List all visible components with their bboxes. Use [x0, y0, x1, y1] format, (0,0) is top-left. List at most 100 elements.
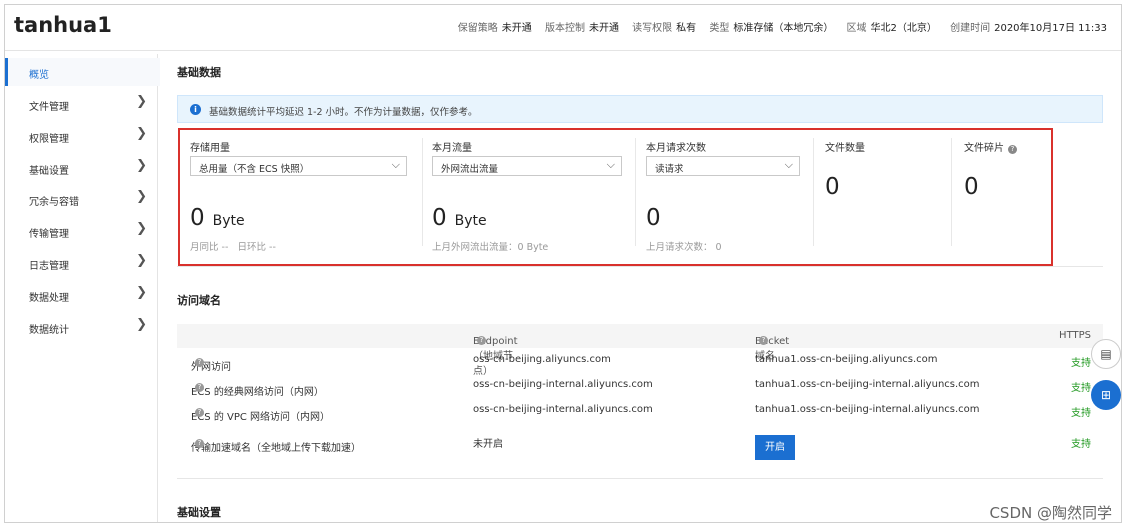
sidebar-item-logs[interactable]: 日志管理 ❯ — [5, 249, 157, 277]
apps-icon[interactable]: ⊞ — [1091, 380, 1121, 410]
stat-value: 0 — [964, 174, 979, 200]
sidebar-item-data-processing[interactable]: 数据处理 ❯ — [5, 281, 157, 309]
help-icon[interactable]: ? — [759, 336, 768, 345]
help-icon[interactable]: ? — [195, 439, 204, 448]
requests-select[interactable]: 读请求 ⌵ — [646, 156, 800, 176]
meta-key: 版本控制 — [544, 23, 585, 34]
stat-sub: 上月外网流出流量：0 Byte — [432, 242, 549, 253]
stat-sub: 上月请求次数： 0 — [646, 242, 722, 253]
select-value: 外网流出流量 — [441, 164, 499, 175]
divider — [177, 266, 1103, 267]
sidebar-item-label: 数据处理 — [29, 293, 69, 304]
chevron-right-icon: ❯ — [136, 94, 147, 109]
meta-key: 创建时间 — [950, 23, 991, 34]
stat-title: 本月流量 — [432, 143, 472, 154]
meta-value: 未开通 — [588, 23, 619, 34]
stat-value: 0 — [825, 174, 840, 200]
info-icon: i — [190, 104, 201, 115]
console-frame: tanhua1 保留策略 未开通 版本控制 未开通 读写权限 私有 类型 标准存储（本地… — [4, 4, 1122, 523]
row-bucket: tanhua1.oss-cn-beijing.aliyuncs.com — [755, 354, 938, 365]
row-endpoint: oss-cn-beijing.aliyuncs.com — [473, 354, 611, 365]
sidebar-item-redundancy[interactable]: 冗余与容错 ❯ — [5, 185, 157, 213]
sidebar-item-label: 文件管理 — [29, 102, 69, 113]
stats-panel: 存储用量 总用量（不含 ECS 快照） ⌵ 0 Byte 月同比 -- 日环比 --… — [178, 128, 1053, 266]
table-row: 传输加速域名（全地域上传下载加速）? 未开启 开启 支持 — [177, 431, 1103, 460]
divider — [177, 478, 1103, 479]
stat-unit: Byte — [212, 213, 245, 229]
row-endpoint: oss-cn-beijing-internal.aliyuncs.com — [473, 404, 653, 415]
meta-value: 未开通 — [501, 23, 532, 34]
enable-acceleration-button[interactable]: 开启 — [755, 435, 795, 460]
meta-value: 私有 — [676, 23, 697, 34]
row-https: 支持 — [1071, 439, 1091, 450]
stat-file-count: 文件数量 0 — [825, 134, 935, 254]
sidebar-nav: 概览 文件管理 ❯ 权限管理 ❯ 基础设置 ❯ 冗余与容错 ❯ 传输管理 ❯ 日志管理 ❯ … — [5, 54, 160, 522]
chevron-right-icon: ❯ — [136, 285, 147, 300]
sidebar-item-basic-settings[interactable]: 基础设置 ❯ — [5, 154, 157, 182]
chevron-right-icon: ❯ — [136, 221, 147, 236]
table-row: ECS 的 VPC 网络访问（内网）? oss-cn-beijing-inter… — [191, 404, 1091, 423]
sidebar-item-files[interactable]: 文件管理 ❯ — [5, 90, 157, 118]
sidebar-item-label: 日志管理 — [29, 261, 69, 272]
chevron-right-icon: ❯ — [136, 158, 147, 173]
chevron-down-icon: ⌵ — [784, 158, 793, 171]
divider — [635, 138, 636, 246]
select-value: 总用量（不含 ECS 快照） — [199, 164, 310, 175]
sidebar-item-label: 权限管理 — [29, 134, 69, 145]
stat-title: 文件数量 — [825, 143, 865, 154]
sidebar-item-label: 数据统计 — [29, 325, 69, 336]
bucket-meta: 保留策略 未开通 版本控制 未开通 读写权限 私有 类型 标准存储（本地冗余） 区域 华北… — [448, 19, 1107, 34]
meta-key: 保留策略 — [457, 23, 498, 34]
row-https: 支持 — [1071, 383, 1091, 394]
sidebar-item-label: 传输管理 — [29, 229, 69, 240]
stat-storage: 存储用量 总用量（不含 ECS 快照） ⌵ 0 Byte 月同比 -- 日环比 -- — [190, 134, 415, 254]
chevron-down-icon: ⌵ — [391, 158, 400, 171]
help-icon[interactable]: ? — [477, 336, 486, 345]
meta-value: 华北2（北京） — [870, 23, 937, 34]
row-endpoint: 未开启 — [473, 439, 503, 450]
traffic-select[interactable]: 外网流出流量 ⌵ — [432, 156, 622, 176]
main-content: 基础数据 i 基础数据统计平均延迟 1-2 小时。不作为计量数据，仅作参考。 存… — [157, 50, 1121, 522]
col-https: HTTPS — [1059, 330, 1091, 341]
divider — [951, 138, 952, 246]
sidebar-item-transfer[interactable]: 传输管理 ❯ — [5, 217, 157, 245]
notice-text: 基础数据统计平均延迟 1-2 小时。不作为计量数据，仅作参考。 — [209, 107, 478, 118]
meta-value: 2020年10月17日 11:33 — [994, 23, 1107, 34]
table-row: 外网访问? oss-cn-beijing.aliyuncs.com tanhua… — [191, 354, 1091, 373]
meta-value: 标准存储（本地冗余） — [733, 23, 834, 34]
meta-key: 类型 — [709, 23, 730, 34]
sidebar-item-label: 基础设置 — [29, 166, 69, 177]
chat-icon[interactable]: ▤ — [1091, 339, 1121, 369]
help-icon[interactable]: ? — [195, 383, 204, 392]
sidebar-item-permissions[interactable]: 权限管理 ❯ — [5, 122, 157, 150]
meta-key: 区域 — [846, 23, 867, 34]
help-icon[interactable]: ? — [1008, 145, 1017, 154]
help-icon[interactable]: ? — [195, 408, 204, 417]
sidebar-item-statistics[interactable]: 数据统计 ❯ — [5, 313, 157, 341]
stat-sub: 月同比 -- 日环比 -- — [190, 242, 276, 253]
stat-value: 0 Byte — [432, 205, 487, 231]
sidebar-item-overview[interactable]: 概览 — [5, 58, 160, 86]
watermark: CSDN @陶然同学 — [989, 504, 1112, 522]
stat-title: 存储用量 — [190, 143, 230, 154]
row-bucket: tanhua1.oss-cn-beijing-internal.aliyuncs… — [755, 404, 980, 415]
stat-traffic: 本月流量 外网流出流量 ⌵ 0 Byte 上月外网流出流量：0 Byte — [432, 134, 632, 254]
divider — [422, 138, 423, 246]
storage-select[interactable]: 总用量（不含 ECS 快照） ⌵ — [190, 156, 407, 176]
sidebar-item-label: 概览 — [29, 70, 49, 81]
stat-unit: Byte — [454, 213, 487, 229]
chevron-right-icon: ❯ — [136, 126, 147, 141]
bucket-header: tanhua1 保留策略 未开通 版本控制 未开通 读写权限 私有 类型 标准存储（本地… — [5, 5, 1121, 51]
table-header: Endpoint（地域节点）? Bucket 域名? HTTPS — [177, 324, 1103, 377]
help-icon[interactable]: ? — [195, 358, 204, 367]
info-notice: i 基础数据统计平均延迟 1-2 小时。不作为计量数据，仅作参考。 — [177, 95, 1103, 123]
row-https: 支持 — [1071, 358, 1091, 369]
meta-key: 读写权限 — [632, 23, 673, 34]
basic-settings-title: 基础设置 — [177, 506, 221, 519]
table-row: ECS 的经典网络访问（内网）? oss-cn-beijing-internal… — [191, 379, 1091, 398]
basic-data-title: 基础数据 — [177, 66, 221, 79]
row-endpoint: oss-cn-beijing-internal.aliyuncs.com — [473, 379, 653, 390]
chevron-right-icon: ❯ — [136, 253, 147, 268]
stat-requests: 本月请求次数 读请求 ⌵ 0 上月请求次数： 0 — [646, 134, 806, 254]
bucket-title: tanhua1 — [14, 13, 112, 37]
